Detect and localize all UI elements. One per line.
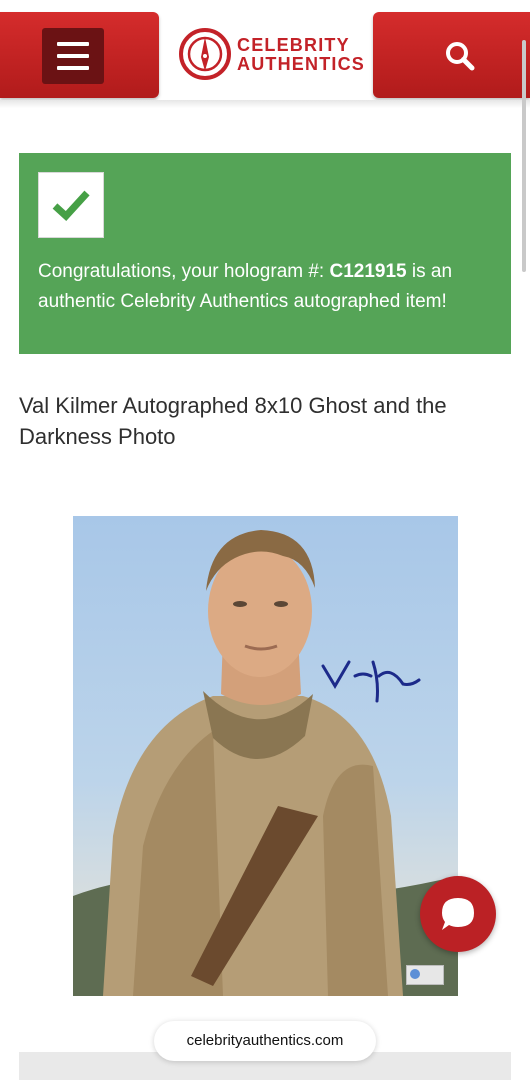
search-button[interactable]	[373, 12, 530, 98]
menu-button[interactable]	[42, 28, 104, 84]
photo-illustration	[73, 530, 458, 996]
menu-panel	[0, 12, 159, 98]
verification-prefix: Congratulations, your hologram #:	[38, 261, 330, 282]
verified-badge	[38, 172, 104, 238]
verification-message: Congratulations, your hologram #: C12191…	[38, 257, 498, 317]
item-title: Val Kilmer Autographed 8x10 Ghost and th…	[19, 393, 447, 449]
checkmark-icon	[52, 190, 90, 221]
search-icon	[446, 42, 475, 71]
header-shadow	[0, 100, 530, 108]
autographed-photo	[73, 516, 458, 996]
chat-bubble-icon	[442, 898, 474, 930]
chat-button[interactable]	[420, 876, 496, 952]
logo-text-line1: CELEBRITY	[237, 35, 350, 55]
verification-banner: Congratulations, your hologram #: C12191…	[19, 153, 511, 354]
url-text: celebrityauthentics.com	[186, 1032, 344, 1049]
site-header: CELEBRITY AUTHENTICS	[0, 0, 530, 108]
hologram-sticker	[406, 965, 444, 985]
site-logo[interactable]: CELEBRITY AUTHENTICS	[178, 27, 364, 85]
browser-url-bar[interactable]: celebrityauthentics.com	[154, 1021, 376, 1061]
hologram-number: C121915	[329, 261, 407, 282]
scrollbar[interactable]	[522, 40, 526, 272]
logo-text-line2: AUTHENTICS	[237, 54, 365, 74]
logo-mark-icon	[179, 28, 231, 80]
